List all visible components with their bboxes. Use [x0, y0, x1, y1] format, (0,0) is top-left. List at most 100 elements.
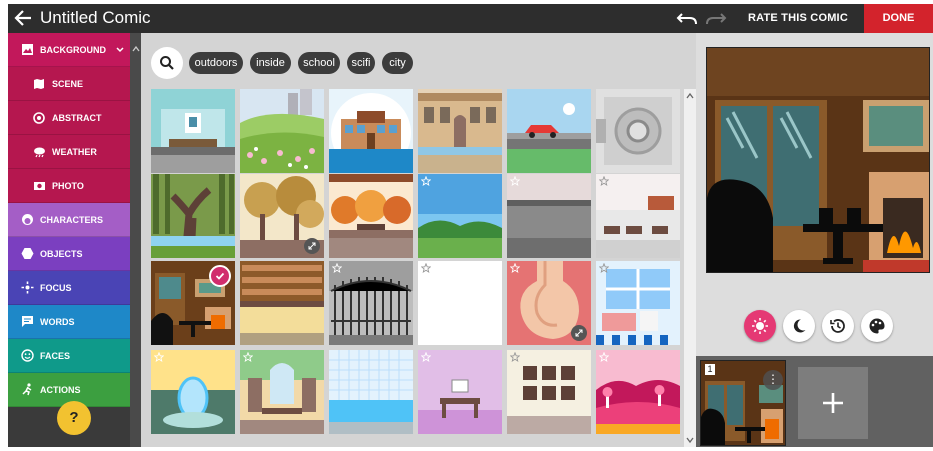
favorite-star-icon[interactable]	[332, 263, 342, 273]
filter-chip-outdoors[interactable]: outdoors	[189, 52, 243, 74]
sidebar-scrollbar[interactable]	[130, 33, 141, 447]
top-bar: Untitled Comic RATE THIS COMIC DONE	[8, 4, 933, 33]
sidebar-item-objects[interactable]: OBJECTS	[8, 237, 130, 271]
filter-chip-city[interactable]: city	[382, 52, 413, 74]
sidebar-item-label: FACES	[40, 350, 71, 361]
sidebar-item-label: SCENE	[52, 78, 84, 89]
brightness-button[interactable]	[744, 310, 776, 342]
undo-icon[interactable]	[676, 10, 698, 26]
help-button[interactable]: ?	[57, 401, 91, 435]
filter-chip-scifi[interactable]: scifi	[347, 52, 375, 74]
history-button[interactable]	[822, 310, 854, 342]
sidebar-item-label: WEATHER	[52, 146, 97, 157]
filter-chip-inside[interactable]: inside	[250, 52, 291, 74]
plus-icon	[823, 393, 843, 413]
palette-icon	[869, 318, 885, 334]
background-thumbnail-flower-field[interactable]	[240, 89, 324, 173]
filter-chip-school[interactable]: school	[298, 52, 340, 74]
rate-this-comic-button[interactable]: RATE THIS COMIC	[748, 12, 848, 24]
favorite-star-icon[interactable]	[421, 352, 431, 362]
selected-check-icon	[209, 265, 231, 287]
scroll-up-icon[interactable]	[132, 46, 140, 52]
favorite-star-icon[interactable]	[510, 263, 520, 273]
sidebar-item-label: FOCUS	[40, 282, 72, 293]
favorite-star-icon[interactable]	[510, 176, 520, 186]
sidebar-item-label: ABSTRACT	[52, 112, 102, 123]
favorite-star-icon[interactable]	[599, 352, 609, 362]
background-thumbnail-kitchen[interactable]	[596, 261, 680, 345]
background-thumbnail-green-hills[interactable]	[418, 174, 502, 258]
favorite-star-icon[interactable]	[599, 263, 609, 273]
night-mode-button[interactable]	[783, 310, 815, 342]
scroll-up-icon[interactable]	[686, 92, 694, 100]
smiley-icon	[20, 349, 34, 363]
sidebar: BACKGROUND SCENE ABSTRACT WEATHER PHOTO …	[8, 33, 141, 447]
background-thumbnail-iron-gate[interactable]	[329, 261, 413, 345]
background-thumbnail-vault-door[interactable]	[596, 89, 680, 173]
done-button[interactable]: DONE	[864, 4, 933, 33]
gallery-scrollbar[interactable]	[684, 89, 696, 447]
cloud-rain-icon	[32, 145, 46, 159]
background-thumbnail-farm[interactable]	[596, 174, 680, 258]
background-thumbnail-school-building[interactable]	[329, 89, 413, 173]
sidebar-item-abstract[interactable]: ABSTRACT	[8, 101, 130, 135]
panel-menu-button[interactable]: ⋮	[763, 370, 783, 390]
background-thumbnail-tiled-pool[interactable]	[329, 350, 413, 434]
favorite-star-icon[interactable]	[154, 352, 164, 362]
back-arrow-icon[interactable]	[12, 7, 34, 29]
background-thumbnail-portal[interactable]	[151, 350, 235, 434]
running-figure-icon	[20, 383, 34, 397]
background-thumbnail-living-room-selected[interactable]	[151, 261, 235, 345]
map-icon	[32, 77, 46, 91]
sidebar-item-label: OBJECTS	[40, 248, 83, 259]
background-thumbnail-office-room[interactable]	[240, 350, 324, 434]
sidebar-item-words[interactable]: WORDS	[8, 305, 130, 339]
sidebar-item-background[interactable]: BACKGROUND	[8, 33, 130, 67]
sidebar-item-weather[interactable]: WEATHER	[8, 135, 130, 169]
background-thumbnail-blank-white[interactable]	[418, 261, 502, 345]
search-icon	[160, 56, 174, 70]
history-icon	[830, 319, 845, 333]
scroll-down-icon[interactable]	[686, 436, 694, 444]
background-thumbnail-candy-land[interactable]	[596, 350, 680, 434]
background-thumbnail-grey-wall[interactable]	[507, 174, 591, 258]
sidebar-item-focus[interactable]: FOCUS	[8, 271, 130, 305]
sidebar-item-photo[interactable]: PHOTO	[8, 169, 130, 203]
background-gallery: outdoors inside school scifi city	[141, 33, 696, 447]
favorite-star-icon[interactable]	[421, 176, 431, 186]
background-thumbnail-autumn-park[interactable]	[329, 174, 413, 258]
background-thumbnail-portrait-wall[interactable]	[507, 350, 591, 434]
spiral-icon	[32, 111, 46, 125]
background-thumbnail-classroom-desk[interactable]	[418, 350, 502, 434]
search-button[interactable]	[151, 47, 183, 79]
background-thumbnail-autumn-ruins[interactable]	[240, 174, 324, 258]
background-thumbnail-stomach[interactable]	[507, 261, 591, 345]
add-panel-button[interactable]	[798, 367, 868, 439]
panel-thumbnail-1[interactable]: 1 ⋮	[700, 360, 786, 446]
favorite-star-icon[interactable]	[510, 352, 520, 362]
comic-panel-canvas[interactable]	[706, 47, 930, 273]
background-thumbnail-train-station[interactable]	[151, 89, 235, 173]
sidebar-item-characters[interactable]: CHARACTERS	[8, 203, 130, 237]
background-thumbnail-forest-tree[interactable]	[151, 174, 235, 258]
color-palette-button[interactable]	[861, 310, 893, 342]
expand-icon[interactable]	[304, 238, 320, 254]
background-thumbnail-red-car-road[interactable]	[507, 89, 591, 173]
sidebar-item-faces[interactable]: FACES	[8, 339, 130, 373]
favorite-star-icon[interactable]	[243, 352, 253, 362]
background-thumbnail-library-shelves[interactable]	[240, 261, 324, 345]
panel-number-label: 1	[705, 364, 715, 375]
expand-icon[interactable]	[571, 325, 587, 341]
comic-title[interactable]: Untitled Comic	[40, 8, 151, 28]
moon-icon	[793, 319, 806, 333]
focus-crosshair-icon	[20, 281, 34, 295]
favorite-star-icon[interactable]	[599, 176, 609, 186]
sidebar-item-scene[interactable]: SCENE	[8, 67, 130, 101]
camera-icon	[32, 179, 46, 193]
favorite-star-icon[interactable]	[421, 263, 431, 273]
sidebar-item-label: WORDS	[40, 316, 75, 327]
background-thumbnail-mansion[interactable]	[418, 89, 502, 173]
sidebar-item-label: ACTIONS	[40, 384, 81, 395]
image-icon	[20, 43, 34, 57]
redo-icon[interactable]	[705, 10, 727, 26]
